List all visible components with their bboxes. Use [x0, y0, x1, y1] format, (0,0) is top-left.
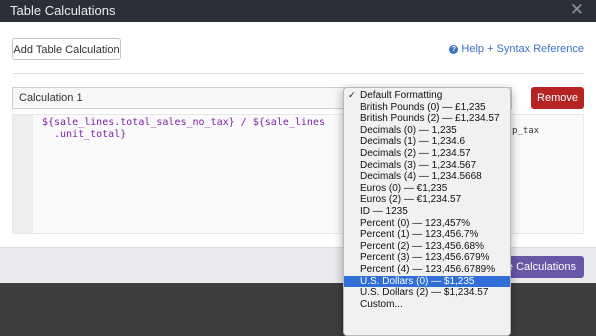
- format-option[interactable]: Decimals (2) — 1,234.57: [344, 148, 510, 160]
- format-option[interactable]: Percent (0) — 123,457%: [344, 218, 510, 230]
- format-option[interactable]: ✓ Default Formatting: [344, 90, 510, 102]
- add-table-calculation-button[interactable]: Add Table Calculation: [12, 38, 121, 60]
- format-option-label: Euros (0) — €1,235: [360, 182, 448, 194]
- format-option[interactable]: Decimals (1) — 1,234.6: [344, 136, 510, 148]
- format-option-label: Decimals (0) — 1,235: [360, 124, 457, 136]
- format-option-label: Custom...: [360, 298, 403, 310]
- close-icon[interactable]: ✕: [570, 1, 584, 19]
- format-option[interactable]: British Pounds (2) — £1,234.57: [344, 113, 510, 125]
- format-option-label: Default Formatting: [360, 90, 443, 101]
- format-option[interactable]: ID — 1235: [344, 206, 510, 218]
- format-option-label: British Pounds (2) — £1,234.57: [360, 113, 500, 125]
- format-option[interactable]: Euros (2) — €1,234.57: [344, 194, 510, 206]
- code-line: ${sale_lines.total_sales_no_tax} / ${sal…: [42, 117, 325, 128]
- format-option-label: Percent (2) — 123,456.68%: [360, 240, 484, 252]
- format-option-label: U.S. Dollars (0) — $1,235: [360, 275, 475, 287]
- format-option-label: British Pounds (0) — £1,235: [360, 101, 486, 113]
- format-option-label: Percent (1) — 123,456.7%: [360, 229, 479, 241]
- modal-header: Table Calculations ✕: [0, 0, 596, 22]
- format-option[interactable]: British Pounds (0) — £1,235: [344, 102, 510, 114]
- format-option-label: Percent (0) — 123,457%: [360, 217, 471, 229]
- help-link-label: Help + Syntax Reference: [461, 43, 584, 55]
- format-option-label: Decimals (3) — 1,234.567: [360, 159, 477, 171]
- format-option-label: Decimals (1) — 1,234.6: [360, 136, 466, 148]
- divider: [12, 73, 584, 74]
- expression-code: ${sale_lines.total_sales_no_tax} / ${sal…: [42, 117, 325, 141]
- format-option[interactable]: Custom...: [344, 299, 510, 311]
- format-option[interactable]: Decimals (0) — 1,235: [344, 125, 510, 137]
- modal-title: Table Calculations: [10, 3, 116, 18]
- format-option[interactable]: Decimals (4) — 1,234.5668: [344, 171, 510, 183]
- format-option-label: Percent (4) — 123,456.6789%: [360, 263, 496, 275]
- format-option[interactable]: Percent (1) — 123,456.7%: [344, 229, 510, 241]
- remove-button[interactable]: Remove: [531, 87, 584, 109]
- autocomplete-fragment: p_tax: [512, 126, 540, 136]
- format-option-label: ID — 1235: [360, 205, 408, 217]
- format-dropdown-menu[interactable]: ✓ Default Formatting British Pounds (0) — …: [343, 87, 511, 336]
- format-option[interactable]: Euros (0) — €1,235: [344, 183, 510, 195]
- format-option-label: Decimals (2) — 1,234.57: [360, 147, 471, 159]
- format-option[interactable]: Percent (3) — 123,456.679%: [344, 252, 510, 264]
- help-syntax-reference-link[interactable]: ? Help + Syntax Reference: [449, 42, 584, 56]
- format-option-label: Percent (3) — 123,456.679%: [360, 252, 490, 264]
- format-option[interactable]: Decimals (3) — 1,234.567: [344, 160, 510, 172]
- format-option[interactable]: U.S. Dollars (2) — $1,234.57: [344, 287, 510, 299]
- format-option[interactable]: Percent (4) — 123,456.6789%: [344, 264, 510, 276]
- checkmark-icon: ✓: [348, 90, 356, 100]
- editor-gutter: [13, 115, 33, 233]
- code-line: .unit_total}: [54, 129, 127, 140]
- format-option-label: Euros (2) — €1,234.57: [360, 194, 462, 206]
- format-option-label: U.S. Dollars (2) — $1,234.57: [360, 287, 489, 299]
- format-option[interactable]: Percent (2) — 123,456.68%: [344, 241, 510, 253]
- format-option[interactable]: U.S. Dollars (0) — $1,235: [344, 275, 510, 288]
- question-circle-icon: ?: [449, 45, 459, 54]
- format-option-label: Decimals (4) — 1,234.5668: [360, 171, 482, 183]
